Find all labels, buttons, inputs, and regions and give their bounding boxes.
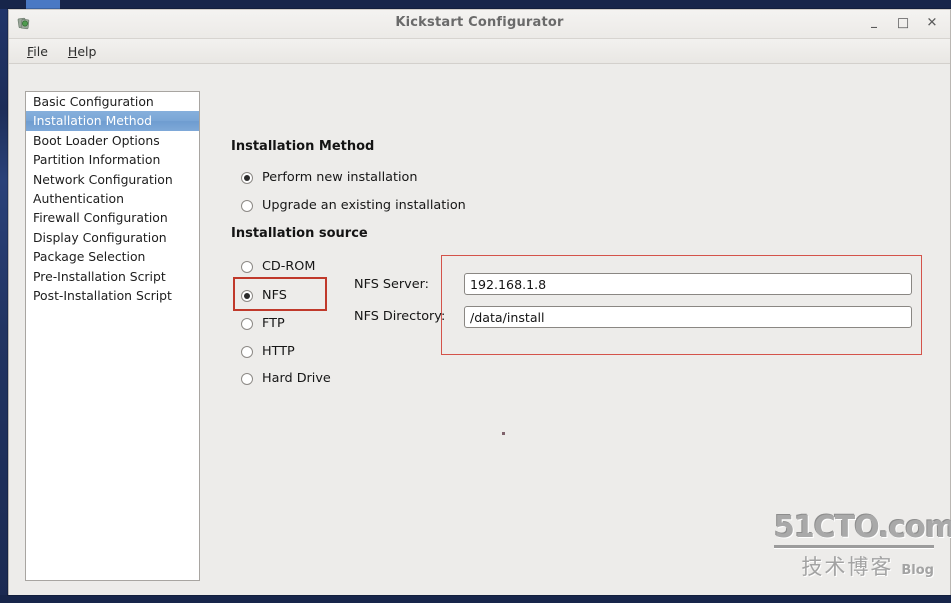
menu-file[interactable]: File — [17, 41, 58, 62]
sidebar-item-firewall-configuration[interactable]: Firewall Configuration — [26, 208, 199, 227]
menu-help[interactable]: Help — [58, 41, 107, 62]
desktop-panel-bottom — [0, 595, 951, 603]
radio-upgrade-existing-installation-label: Upgrade an existing installation — [262, 198, 466, 213]
menu-file-label: ile — [33, 43, 48, 59]
nfs-directory-input[interactable] — [464, 306, 912, 328]
watermark-divider — [774, 545, 934, 548]
maximize-button[interactable]: □ — [895, 14, 911, 32]
menu-help-label: elp — [77, 43, 97, 59]
radio-source-hard-drive-label: Hard Drive — [262, 371, 331, 386]
radio-source-cdrom[interactable]: CD-ROM — [241, 259, 315, 274]
watermark-site: 51CTO.com — [774, 510, 951, 545]
radio-button-icon — [241, 372, 253, 385]
sidebar-item-boot-loader-options[interactable]: Boot Loader Options — [26, 131, 199, 150]
radio-button-icon — [241, 199, 253, 212]
watermark-chinese: 技术博客 — [801, 555, 894, 579]
nfs-directory-label: NFS Directory: — [354, 309, 446, 324]
sidebar-item-pre-installation-script[interactable]: Pre-Installation Script — [26, 267, 199, 286]
radio-perform-new-installation-label: Perform new installation — [262, 170, 418, 185]
window-controls: – □ ✕ — [866, 14, 940, 36]
sidebar-item-installation-method[interactable]: Installation Method — [26, 111, 199, 131]
mouse-cursor-artifact — [502, 432, 505, 435]
nfs-server-label: NFS Server: — [354, 277, 429, 292]
sidebar-item-post-installation-script[interactable]: Post-Installation Script — [26, 286, 199, 305]
installation-source-heading: Installation source — [231, 226, 368, 241]
radio-source-nfs-label: NFS — [262, 288, 287, 303]
watermark-subtitle-row: 技术博客 Blog — [774, 551, 934, 581]
menu-help-mnemonic: H — [67, 43, 78, 59]
radio-button-icon — [241, 345, 253, 358]
close-button[interactable]: ✕ — [924, 14, 940, 32]
title-bar: Kickstart Configurator – □ ✕ — [9, 10, 950, 39]
desktop-panel-top — [0, 0, 951, 9]
sidebar-item-display-configuration[interactable]: Display Configuration — [26, 228, 199, 247]
window-content: Basic Configuration Installation Method … — [9, 64, 951, 595]
radio-perform-new-installation[interactable]: Perform new installation — [241, 170, 417, 185]
radio-upgrade-existing-installation[interactable]: Upgrade an existing installation — [241, 198, 466, 213]
nfs-server-input[interactable] — [464, 273, 912, 295]
radio-source-hard-drive[interactable]: Hard Drive — [241, 371, 331, 386]
minimize-icon: – — [870, 17, 878, 36]
radio-button-icon — [241, 289, 253, 302]
watermark-blog: Blog — [901, 563, 934, 578]
sidebar-item-network-configuration[interactable]: Network Configuration — [26, 170, 199, 189]
screen: Kickstart Configurator – □ ✕ File Help B… — [0, 0, 951, 603]
sidebar-item-basic-configuration[interactable]: Basic Configuration — [26, 92, 199, 111]
sidebar-item-authentication[interactable]: Authentication — [26, 189, 199, 208]
minimize-button[interactable]: – — [866, 14, 882, 36]
radio-button-icon — [241, 317, 253, 330]
radio-source-ftp[interactable]: FTP — [241, 316, 285, 331]
close-icon: ✕ — [926, 15, 938, 31]
radio-source-ftp-label: FTP — [262, 316, 285, 331]
radio-source-http[interactable]: HTTP — [241, 344, 295, 359]
installation-method-heading: Installation Method — [231, 139, 375, 154]
maximize-icon: □ — [896, 15, 910, 31]
watermark: 51CTO.com 技术博客 Blog — [774, 510, 951, 581]
menu-bar: File Help — [9, 39, 950, 64]
sidebar-item-package-selection[interactable]: Package Selection — [26, 247, 199, 266]
kickstart-configurator-window: Kickstart Configurator – □ ✕ File Help B… — [8, 9, 951, 595]
radio-button-icon — [241, 260, 253, 273]
window-title: Kickstart Configurator — [395, 15, 564, 30]
radio-source-cdrom-label: CD-ROM — [262, 259, 316, 274]
section-list[interactable]: Basic Configuration Installation Method … — [25, 91, 200, 581]
annotation-box-nfs-fields — [441, 255, 922, 355]
radio-source-nfs[interactable]: NFS — [241, 288, 287, 303]
radio-source-http-label: HTTP — [262, 344, 295, 359]
sidebar-item-partition-information[interactable]: Partition Information — [26, 150, 199, 169]
radio-button-icon — [241, 171, 253, 184]
desktop-panel-highlight — [26, 0, 60, 9]
